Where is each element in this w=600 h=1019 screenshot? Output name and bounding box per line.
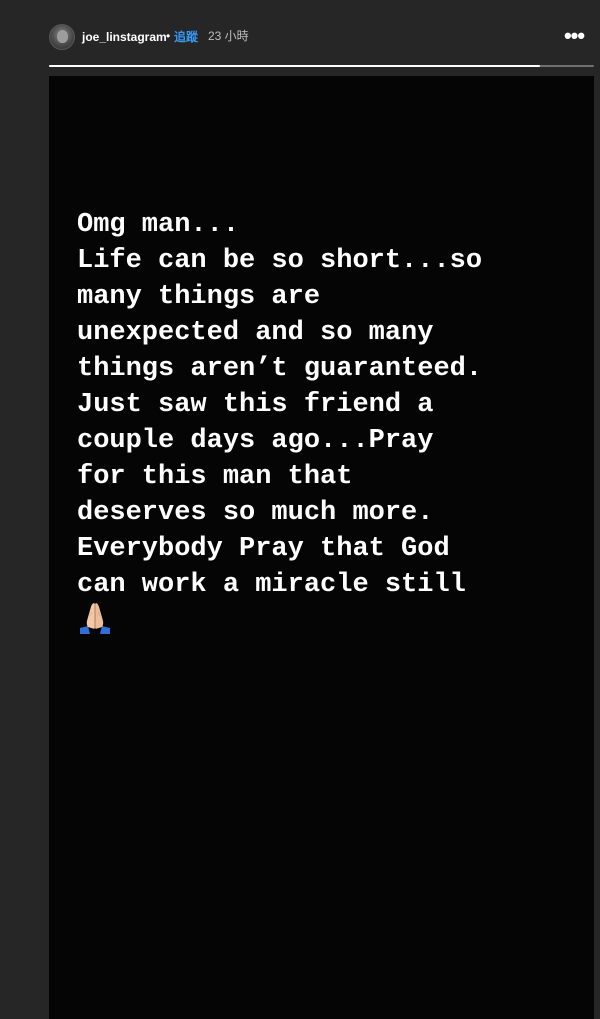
separator-dot: • <box>166 29 171 43</box>
more-options-icon[interactable]: ••• <box>561 25 587 47</box>
story-line: for this man that <box>77 462 353 492</box>
story-text: Omg man... Life can be so short...so man… <box>77 207 577 603</box>
story-content[interactable]: Omg man... Life can be so short...so man… <box>49 76 594 1019</box>
story-line: Omg man... <box>77 210 240 240</box>
follow-button[interactable]: 追蹤 <box>174 30 198 44</box>
story-line: can work a miracle still <box>77 570 466 600</box>
username-link[interactable]: joe_linstagram <box>82 30 167 44</box>
story-line: couple days ago...Pray <box>77 426 434 456</box>
story-line: things aren’t guaranteed. <box>77 354 483 384</box>
story-header: joe_linstagram • 追蹤 23 小時 ••• <box>0 0 600 66</box>
story-line: Life can be so short...so <box>77 246 483 276</box>
timestamp: 23 小時 <box>208 29 249 43</box>
story-line: unexpected and so many <box>77 318 434 348</box>
story-line: many things are <box>77 282 321 312</box>
avatar[interactable] <box>49 24 75 50</box>
story-progress-track <box>49 65 594 67</box>
story-line: deserves so much more. <box>77 498 434 528</box>
story-progress-fill <box>49 65 540 67</box>
story-line: Just saw this friend a <box>77 390 434 420</box>
avatar-face <box>57 30 68 43</box>
folded-hands-icon <box>80 603 110 634</box>
story-line: Everybody Pray that God <box>77 534 450 564</box>
